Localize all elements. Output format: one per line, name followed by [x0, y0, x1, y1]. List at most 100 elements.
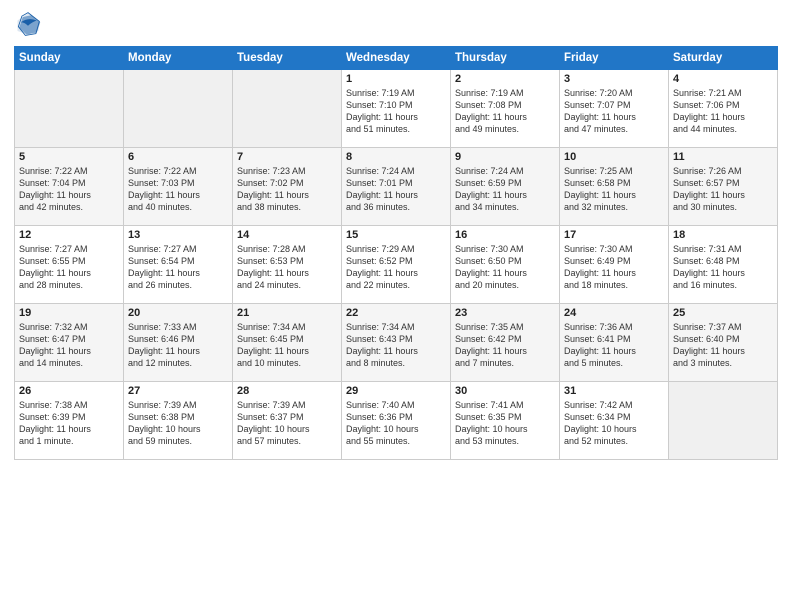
day-number: 10: [564, 151, 664, 163]
header-row: SundayMondayTuesdayWednesdayThursdayFrid…: [15, 47, 778, 70]
day-info: Sunrise: 7:42 AMSunset: 6:34 PMDaylight:…: [564, 399, 664, 448]
day-number: 30: [455, 385, 555, 397]
day-info: Sunrise: 7:39 AMSunset: 6:38 PMDaylight:…: [128, 399, 228, 448]
week-row-2: 5 Sunrise: 7:22 AMSunset: 7:04 PMDaylight…: [15, 148, 778, 226]
day-number: 8: [346, 151, 446, 163]
calendar-cell: 14 Sunrise: 7:28 AMSunset: 6:53 PMDayligh…: [233, 226, 342, 304]
calendar-cell: 13 Sunrise: 7:27 AMSunset: 6:54 PMDayligh…: [124, 226, 233, 304]
day-number: 25: [673, 307, 773, 319]
day-info: Sunrise: 7:36 AMSunset: 6:41 PMDaylight:…: [564, 321, 664, 370]
page: SundayMondayTuesdayWednesdayThursdayFrid…: [0, 0, 792, 612]
calendar-cell: 10 Sunrise: 7:25 AMSunset: 6:58 PMDayligh…: [560, 148, 669, 226]
week-row-5: 26 Sunrise: 7:38 AMSunset: 6:39 PMDayligh…: [15, 382, 778, 460]
header: [14, 10, 778, 38]
day-info: Sunrise: 7:30 AMSunset: 6:49 PMDaylight:…: [564, 243, 664, 292]
day-number: 5: [19, 151, 119, 163]
calendar-cell: 30 Sunrise: 7:41 AMSunset: 6:35 PMDayligh…: [451, 382, 560, 460]
day-number: 26: [19, 385, 119, 397]
day-info: Sunrise: 7:31 AMSunset: 6:48 PMDaylight:…: [673, 243, 773, 292]
day-info: Sunrise: 7:34 AMSunset: 6:45 PMDaylight:…: [237, 321, 337, 370]
day-info: Sunrise: 7:22 AMSunset: 7:04 PMDaylight:…: [19, 165, 119, 214]
day-number: 22: [346, 307, 446, 319]
day-info: Sunrise: 7:34 AMSunset: 6:43 PMDaylight:…: [346, 321, 446, 370]
day-number: 6: [128, 151, 228, 163]
calendar-cell: 19 Sunrise: 7:32 AMSunset: 6:47 PMDayligh…: [15, 304, 124, 382]
calendar-cell: 11 Sunrise: 7:26 AMSunset: 6:57 PMDayligh…: [669, 148, 778, 226]
day-number: 11: [673, 151, 773, 163]
day-number: 18: [673, 229, 773, 241]
day-number: 3: [564, 73, 664, 85]
header-sunday: Sunday: [15, 47, 124, 70]
day-number: 14: [237, 229, 337, 241]
calendar-table: SundayMondayTuesdayWednesdayThursdayFrid…: [14, 46, 778, 460]
calendar-cell: [124, 70, 233, 148]
day-number: 12: [19, 229, 119, 241]
calendar-cell: 18 Sunrise: 7:31 AMSunset: 6:48 PMDayligh…: [669, 226, 778, 304]
day-info: Sunrise: 7:20 AMSunset: 7:07 PMDaylight:…: [564, 87, 664, 136]
calendar-cell: 27Sunrise: 7:39 AMSunset: 6:38 PMDayligh…: [124, 382, 233, 460]
day-info: Sunrise: 7:27 AMSunset: 6:55 PMDaylight:…: [19, 243, 119, 292]
calendar-cell: 17Sunrise: 7:30 AMSunset: 6:49 PMDayligh…: [560, 226, 669, 304]
logo-icon: [14, 10, 42, 38]
calendar-cell: 5 Sunrise: 7:22 AMSunset: 7:04 PMDaylight…: [15, 148, 124, 226]
header-thursday: Thursday: [451, 47, 560, 70]
calendar-cell: 23 Sunrise: 7:35 AMSunset: 6:42 PMDayligh…: [451, 304, 560, 382]
day-info: Sunrise: 7:22 AMSunset: 7:03 PMDaylight:…: [128, 165, 228, 214]
day-info: Sunrise: 7:40 AMSunset: 6:36 PMDaylight:…: [346, 399, 446, 448]
day-number: 31: [564, 385, 664, 397]
day-info: Sunrise: 7:27 AMSunset: 6:54 PMDaylight:…: [128, 243, 228, 292]
day-number: 24: [564, 307, 664, 319]
calendar-cell: 22 Sunrise: 7:34 AMSunset: 6:43 PMDayligh…: [342, 304, 451, 382]
calendar-cell: 1 Sunrise: 7:19 AMSunset: 7:10 PMDaylight…: [342, 70, 451, 148]
calendar-cell: [669, 382, 778, 460]
day-info: Sunrise: 7:24 AMSunset: 7:01 PMDaylight:…: [346, 165, 446, 214]
header-saturday: Saturday: [669, 47, 778, 70]
day-number: 13: [128, 229, 228, 241]
day-info: Sunrise: 7:38 AMSunset: 6:39 PMDaylight:…: [19, 399, 119, 448]
calendar-cell: 20 Sunrise: 7:33 AMSunset: 6:46 PMDayligh…: [124, 304, 233, 382]
day-info: Sunrise: 7:29 AMSunset: 6:52 PMDaylight:…: [346, 243, 446, 292]
week-row-4: 19 Sunrise: 7:32 AMSunset: 6:47 PMDayligh…: [15, 304, 778, 382]
calendar-cell: 31 Sunrise: 7:42 AMSunset: 6:34 PMDayligh…: [560, 382, 669, 460]
calendar-cell: 28 Sunrise: 7:39 AMSunset: 6:37 PMDayligh…: [233, 382, 342, 460]
calendar-cell: 4Sunrise: 7:21 AMSunset: 7:06 PMDaylight…: [669, 70, 778, 148]
calendar-cell: 15 Sunrise: 7:29 AMSunset: 6:52 PMDayligh…: [342, 226, 451, 304]
day-number: 4: [673, 73, 773, 85]
calendar-cell: 21 Sunrise: 7:34 AMSunset: 6:45 PMDayligh…: [233, 304, 342, 382]
day-info: Sunrise: 7:25 AMSunset: 6:58 PMDaylight:…: [564, 165, 664, 214]
week-row-3: 12 Sunrise: 7:27 AMSunset: 6:55 PMDayligh…: [15, 226, 778, 304]
day-info: Sunrise: 7:41 AMSunset: 6:35 PMDaylight:…: [455, 399, 555, 448]
logo: [14, 10, 46, 38]
calendar-cell: 9 Sunrise: 7:24 AMSunset: 6:59 PMDaylight…: [451, 148, 560, 226]
day-number: 19: [19, 307, 119, 319]
header-friday: Friday: [560, 47, 669, 70]
calendar-cell: 16Sunrise: 7:30 AMSunset: 6:50 PMDayligh…: [451, 226, 560, 304]
day-info: Sunrise: 7:28 AMSunset: 6:53 PMDaylight:…: [237, 243, 337, 292]
day-info: Sunrise: 7:19 AMSunset: 7:10 PMDaylight:…: [346, 87, 446, 136]
day-info: Sunrise: 7:24 AMSunset: 6:59 PMDaylight:…: [455, 165, 555, 214]
day-info: Sunrise: 7:30 AMSunset: 6:50 PMDaylight:…: [455, 243, 555, 292]
calendar-cell: 24 Sunrise: 7:36 AMSunset: 6:41 PMDayligh…: [560, 304, 669, 382]
header-tuesday: Tuesday: [233, 47, 342, 70]
day-info: Sunrise: 7:32 AMSunset: 6:47 PMDaylight:…: [19, 321, 119, 370]
day-info: Sunrise: 7:23 AMSunset: 7:02 PMDaylight:…: [237, 165, 337, 214]
day-info: Sunrise: 7:26 AMSunset: 6:57 PMDaylight:…: [673, 165, 773, 214]
day-info: Sunrise: 7:39 AMSunset: 6:37 PMDaylight:…: [237, 399, 337, 448]
calendar-cell: 25Sunrise: 7:37 AMSunset: 6:40 PMDayligh…: [669, 304, 778, 382]
day-number: 9: [455, 151, 555, 163]
day-number: 21: [237, 307, 337, 319]
day-number: 15: [346, 229, 446, 241]
day-number: 1: [346, 73, 446, 85]
day-number: 29: [346, 385, 446, 397]
day-info: Sunrise: 7:33 AMSunset: 6:46 PMDaylight:…: [128, 321, 228, 370]
day-info: Sunrise: 7:35 AMSunset: 6:42 PMDaylight:…: [455, 321, 555, 370]
day-info: Sunrise: 7:19 AMSunset: 7:08 PMDaylight:…: [455, 87, 555, 136]
calendar-cell: 8 Sunrise: 7:24 AMSunset: 7:01 PMDaylight…: [342, 148, 451, 226]
calendar-cell: 7Sunrise: 7:23 AMSunset: 7:02 PMDaylight…: [233, 148, 342, 226]
day-number: 23: [455, 307, 555, 319]
day-number: 20: [128, 307, 228, 319]
calendar-cell: 12 Sunrise: 7:27 AMSunset: 6:55 PMDayligh…: [15, 226, 124, 304]
calendar-cell: 2Sunrise: 7:19 AMSunset: 7:08 PMDaylight…: [451, 70, 560, 148]
day-number: 28: [237, 385, 337, 397]
calendar-cell: 26 Sunrise: 7:38 AMSunset: 6:39 PMDayligh…: [15, 382, 124, 460]
